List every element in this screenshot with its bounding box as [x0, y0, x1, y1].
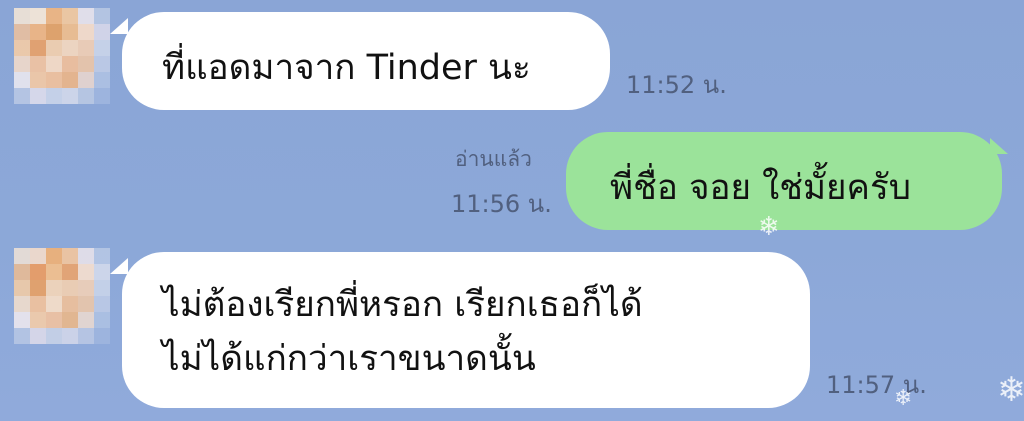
avatar-pixel: [14, 312, 30, 328]
avatar-pixel: [62, 40, 78, 56]
avatar-pixel: [30, 72, 46, 88]
avatar-pixel: [14, 56, 30, 72]
avatar[interactable]: [14, 248, 110, 344]
avatar-pixel: [46, 8, 62, 24]
outgoing-message-bubble[interactable]: พี่ชื่อ จอย ใช่มั้ยครับ: [566, 132, 1002, 230]
avatar-pixel: [46, 72, 62, 88]
avatar-pixel: [30, 312, 46, 328]
avatar-pixel: [62, 8, 78, 24]
avatar-pixel: [30, 88, 46, 104]
incoming-message-bubble[interactable]: ที่แอดมาจาก Tinder นะ: [122, 12, 610, 110]
avatar-pixel: [30, 24, 46, 40]
avatar-pixel: [14, 248, 30, 264]
avatar-pixel: [78, 328, 94, 344]
avatar-pixel: [46, 296, 62, 312]
avatar-pixel: [78, 8, 94, 24]
avatar-pixel: [30, 248, 46, 264]
avatar-pixel: [62, 328, 78, 344]
avatar[interactable]: [14, 8, 110, 104]
avatar-pixel: [94, 24, 110, 40]
avatar-pixel: [94, 264, 110, 280]
avatar-pixel: [62, 72, 78, 88]
avatar-pixel: [94, 8, 110, 24]
avatar-pixel: [78, 280, 94, 296]
avatar-pixel: [78, 296, 94, 312]
message-text: พี่ชื่อ จอย ใช่มั้ยครับ: [610, 168, 911, 208]
message-time: 11:57 น.: [826, 371, 927, 399]
avatar-pixel: [94, 56, 110, 72]
avatar-pixel: [14, 280, 30, 296]
avatar-pixel: [62, 88, 78, 104]
avatar-pixel: [14, 8, 30, 24]
avatar-pixel: [94, 88, 110, 104]
avatar-pixel: [78, 24, 94, 40]
avatar-pixel: [46, 248, 62, 264]
avatar-pixel: [14, 88, 30, 104]
avatar-pixel: [14, 264, 30, 280]
message-text-line: ไม่ต้องเรียกพี่หรอก เรียกเธอก็ได้: [162, 285, 643, 325]
avatar-pixel: [46, 264, 62, 280]
avatar-pixel: [94, 296, 110, 312]
avatar-pixel: [30, 264, 46, 280]
avatar-pixel: [78, 40, 94, 56]
avatar-pixel: [62, 264, 78, 280]
avatar-pixel: [46, 312, 62, 328]
avatar-pixel: [62, 248, 78, 264]
avatar-pixel: [78, 88, 94, 104]
avatar-pixel: [62, 312, 78, 328]
avatar-pixel: [62, 280, 78, 296]
avatar-pixel: [30, 328, 46, 344]
chat-screen: ที่แอดมาจาก Tinder นะ 11:52 น. อ่านแล้ว …: [0, 0, 1024, 421]
avatar-pixel: [30, 280, 46, 296]
avatar-pixel: [78, 72, 94, 88]
avatar-pixel: [62, 296, 78, 312]
avatar-pixel: [62, 24, 78, 40]
avatar-pixel: [14, 72, 30, 88]
avatar-pixel: [78, 264, 94, 280]
avatar-pixel: [46, 40, 62, 56]
snowflake-icon: ❄: [997, 370, 1024, 410]
avatar-pixel: [94, 280, 110, 296]
avatar-pixel: [46, 88, 62, 104]
avatar-pixel: [94, 72, 110, 88]
avatar-pixel: [78, 312, 94, 328]
message-time: 11:56 น.: [451, 190, 552, 218]
message-text-line: ไม่ได้แก่กว่าเราขนาดนั้น: [162, 339, 536, 379]
avatar-pixel: [78, 56, 94, 72]
avatar-pixel: [14, 40, 30, 56]
avatar-pixel: [78, 248, 94, 264]
incoming-bubble-tail: [110, 258, 128, 274]
incoming-message-bubble[interactable]: ไม่ต้องเรียกพี่หรอก เรียกเธอก็ได้ ไม่ได้…: [122, 252, 810, 408]
avatar-pixel: [14, 296, 30, 312]
avatar-pixel: [30, 296, 46, 312]
avatar-pixel: [94, 312, 110, 328]
avatar-pixel: [30, 8, 46, 24]
avatar-pixel: [30, 56, 46, 72]
avatar-pixel: [14, 328, 30, 344]
message-time: 11:52 น.: [626, 71, 727, 99]
incoming-bubble-tail: [110, 18, 128, 34]
avatar-pixel: [14, 24, 30, 40]
message-text: ที่แอดมาจาก Tinder นะ: [162, 48, 531, 88]
avatar-pixel: [46, 328, 62, 344]
avatar-pixel: [30, 40, 46, 56]
read-status: อ่านแล้ว: [455, 147, 532, 171]
avatar-pixel: [94, 248, 110, 264]
avatar-pixel: [46, 280, 62, 296]
avatar-pixel: [46, 24, 62, 40]
avatar-pixel: [62, 56, 78, 72]
avatar-pixel: [94, 40, 110, 56]
avatar-pixel: [94, 328, 110, 344]
avatar-pixel: [46, 56, 62, 72]
